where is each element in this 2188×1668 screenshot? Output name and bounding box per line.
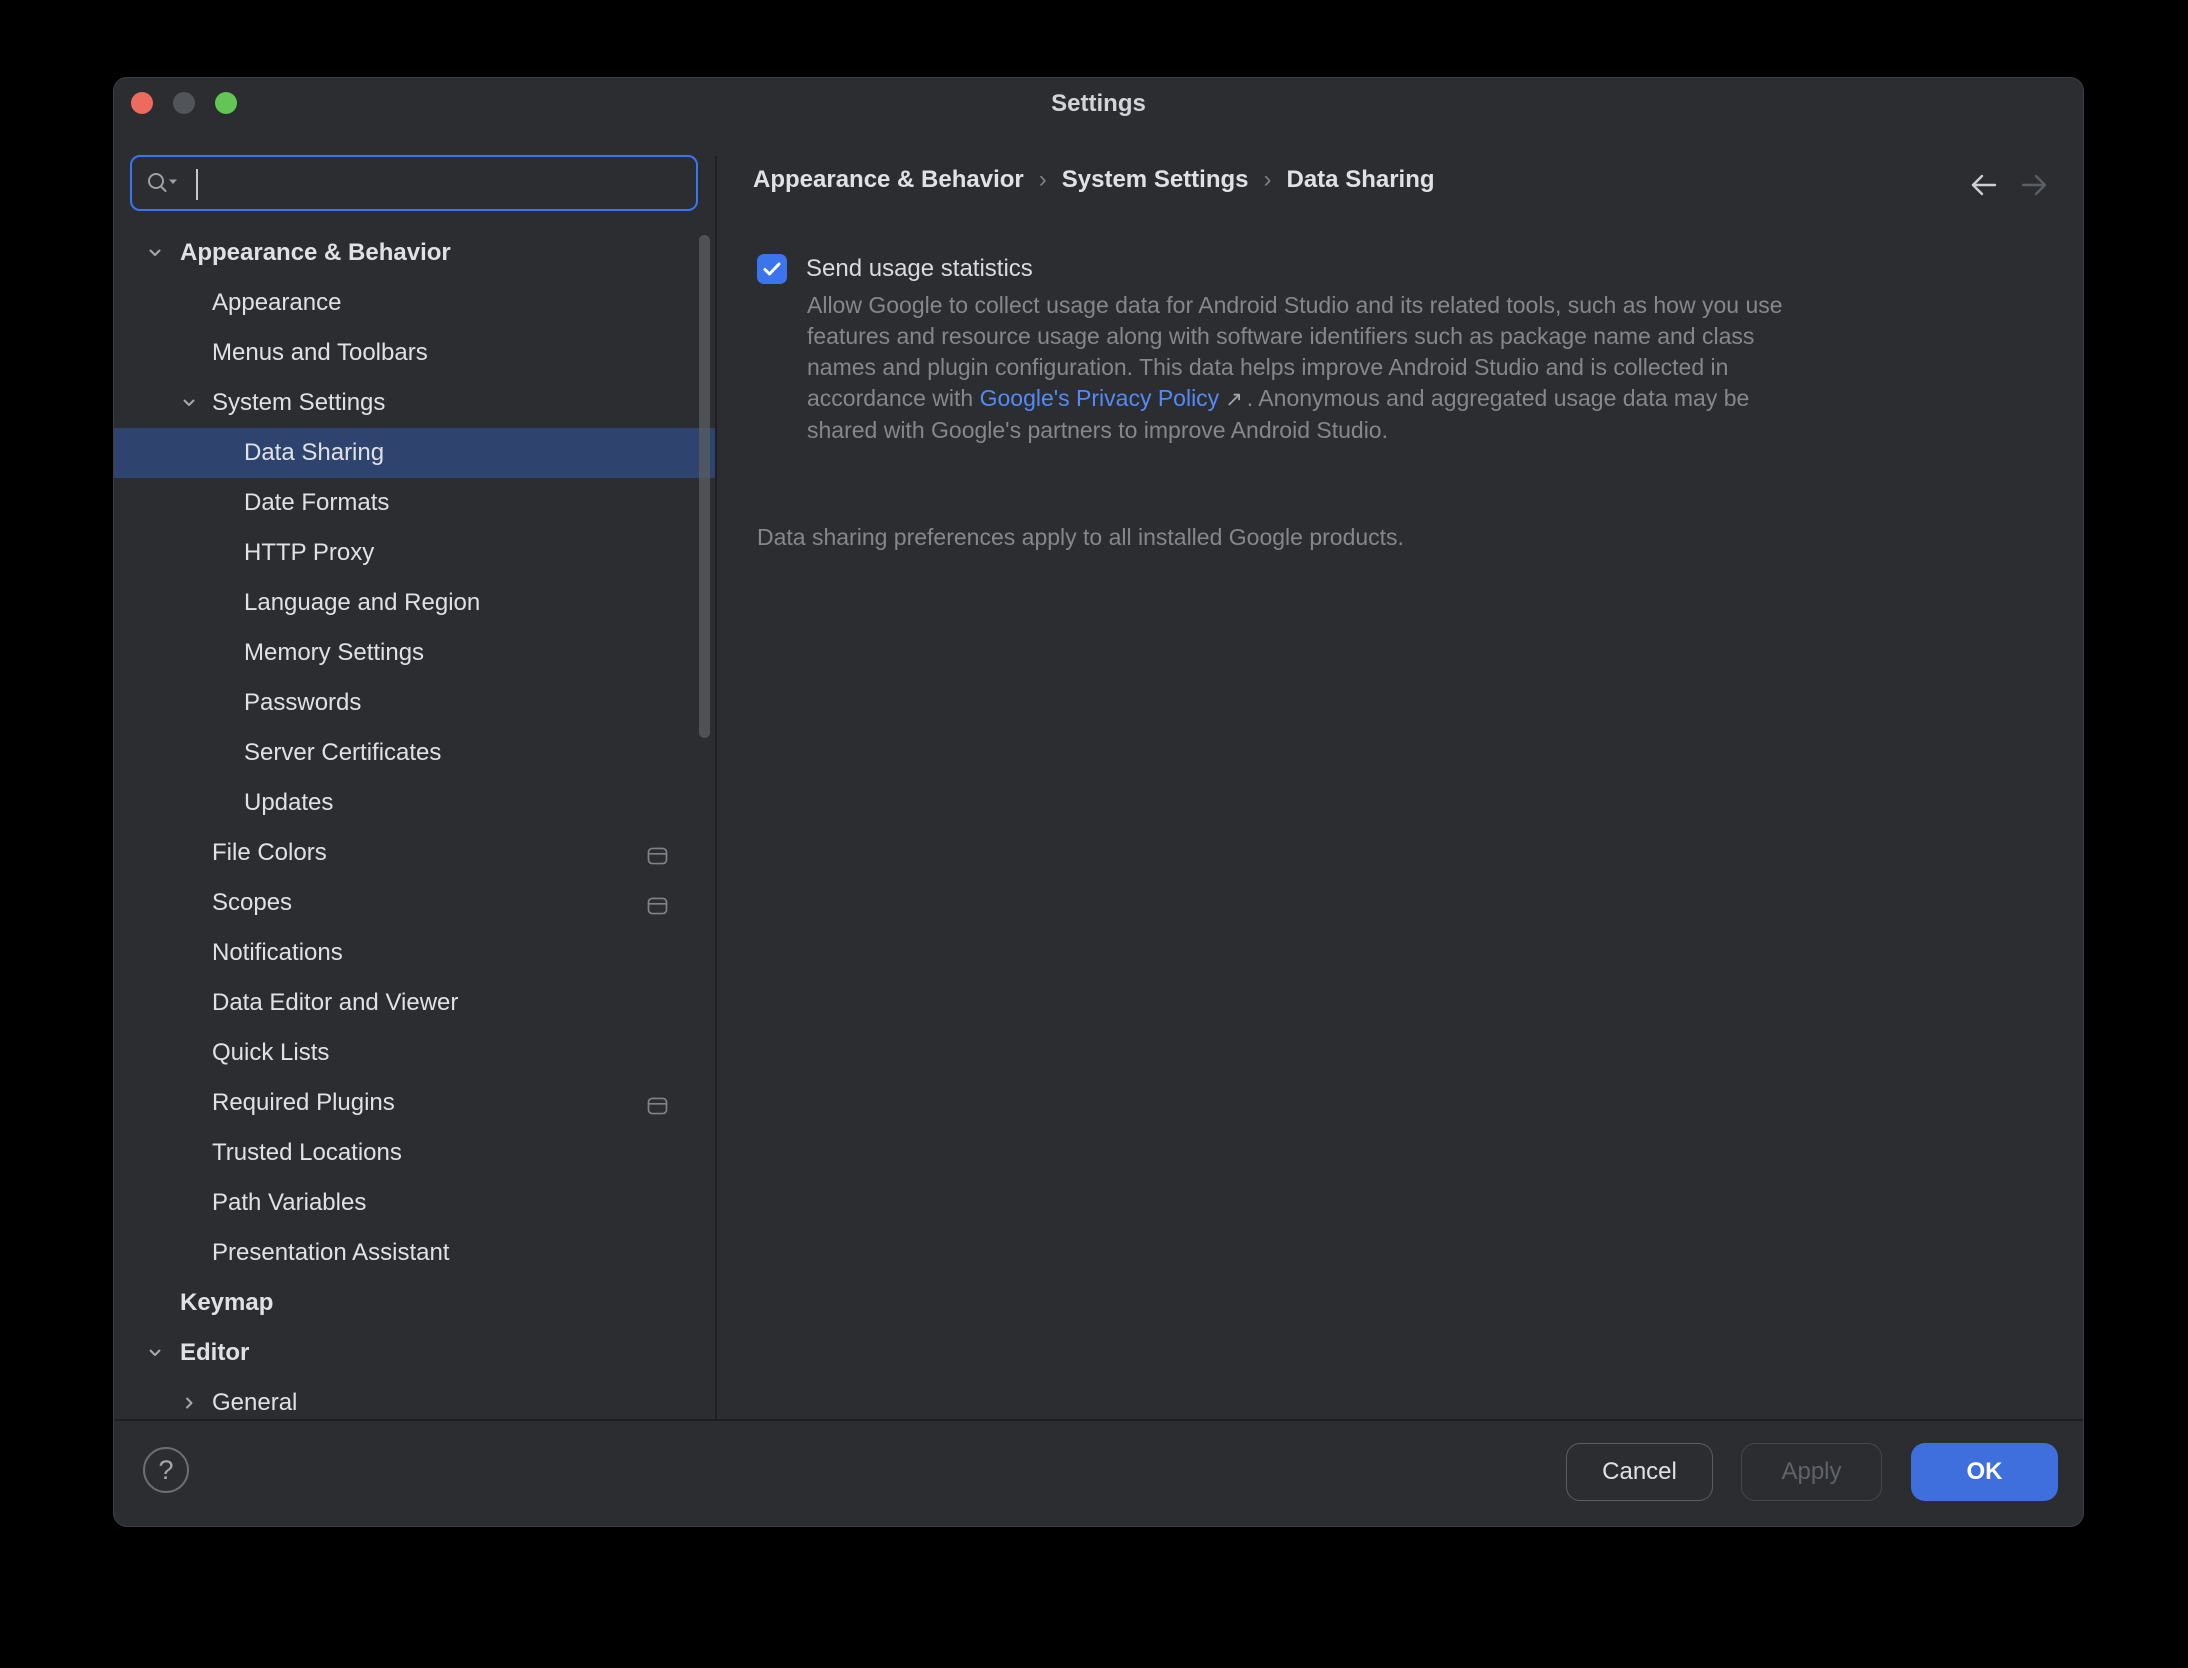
help-button[interactable]: ?: [143, 1447, 189, 1493]
sidebar-item-presentation-assistant[interactable]: Presentation Assistant: [114, 1228, 716, 1278]
sidebar-item-appearance[interactable]: Appearance: [114, 278, 716, 328]
sidebar-item-label: Required Plugins: [212, 1078, 395, 1128]
sidebar-item-label: Server Certificates: [244, 728, 441, 778]
sidebar-item-label: System Settings: [212, 378, 385, 428]
chevron-down-icon: [144, 1342, 166, 1364]
scrollbar-thumb[interactable]: [699, 235, 710, 738]
sidebar-item-label: Editor: [180, 1328, 249, 1378]
window-frame-icon: [647, 894, 668, 922]
sidebar-item-label: General: [212, 1378, 297, 1419]
sidebar-item-label: Notifications: [212, 928, 343, 978]
sidebar-item-label: Date Formats: [244, 478, 389, 528]
sidebar-item-path-variables[interactable]: Path Variables: [114, 1178, 716, 1228]
sidebar-item-label: Data Editor and Viewer: [212, 978, 458, 1028]
sidebar-item-label: Scopes: [212, 878, 292, 928]
sidebar-item-editor[interactable]: Editor: [114, 1328, 716, 1378]
sidebar-item-menus-and-toolbars[interactable]: Menus and Toolbars: [114, 328, 716, 378]
sidebar-item-label: Appearance: [212, 278, 341, 328]
chevron-right-icon: [178, 1392, 200, 1414]
privacy-policy-link[interactable]: Google's Privacy Policy: [980, 385, 1220, 411]
sidebar-item-label: Presentation Assistant: [212, 1228, 449, 1278]
breadcrumb-item-data-sharing[interactable]: Data Sharing: [1287, 166, 1435, 194]
usage-statistics-description: Allow Google to collect usage data for A…: [807, 290, 1797, 446]
sidebar-item-quick-lists[interactable]: Quick Lists: [114, 1028, 716, 1078]
data-sharing-note: Data sharing preferences apply to all in…: [757, 524, 1404, 551]
chevron-down-icon: [178, 392, 200, 414]
sidebar-item-label: Data Sharing: [244, 428, 384, 478]
sidebar-item-label: Keymap: [180, 1278, 273, 1328]
sidebar-item-label: File Colors: [212, 828, 327, 878]
sidebar-item-label: Appearance & Behavior: [180, 228, 451, 278]
sidebar-item-system-settings[interactable]: System Settings: [114, 378, 716, 428]
sidebar-item-server-certificates[interactable]: Server Certificates: [114, 728, 716, 778]
sidebar-item-label: Memory Settings: [244, 628, 424, 678]
breadcrumb-separator: ›: [1264, 166, 1272, 194]
search-icon[interactable]: [145, 171, 181, 195]
settings-window: Settings Appearance & BehaviorAppearance…: [113, 77, 2084, 1527]
search-input[interactable]: [130, 155, 698, 211]
text-caret: [196, 169, 198, 200]
sidebar-item-label: HTTP Proxy: [244, 528, 374, 578]
sidebar-item-label: Updates: [244, 778, 333, 828]
breadcrumb: Appearance & Behavior › System Settings › Da…: [753, 166, 1435, 194]
sidebar-item-appearance-behavior[interactable]: Appearance & Behavior: [114, 228, 716, 278]
sidebar: Appearance & BehaviorAppearanceMenus and…: [114, 78, 716, 1419]
back-button[interactable]: [1967, 168, 2001, 202]
forward-button[interactable]: [2017, 168, 2051, 202]
cancel-button[interactable]: Cancel: [1566, 1443, 1713, 1501]
sidebar-item-keymap[interactable]: Keymap: [114, 1278, 716, 1328]
ok-button[interactable]: OK: [1911, 1443, 2058, 1501]
checkmark-icon: [760, 257, 784, 281]
sidebar-item-required-plugins[interactable]: Required Plugins: [114, 1078, 716, 1128]
sidebar-item-label: Language and Region: [244, 578, 480, 628]
sidebar-item-label: Quick Lists: [212, 1028, 329, 1078]
send-usage-statistics-checkbox[interactable]: [757, 254, 787, 284]
sidebar-item-passwords[interactable]: Passwords: [114, 678, 716, 728]
usage-statistics-row: Send usage statistics: [757, 254, 1033, 284]
send-usage-statistics-label[interactable]: Send usage statistics: [806, 255, 1033, 283]
sidebar-item-http-proxy[interactable]: HTTP Proxy: [114, 528, 716, 578]
breadcrumb-item-appearance-behavior[interactable]: Appearance & Behavior: [753, 166, 1024, 194]
sidebar-item-label: Menus and Toolbars: [212, 328, 428, 378]
sidebar-item-trusted-locations[interactable]: Trusted Locations: [114, 1128, 716, 1178]
apply-button[interactable]: Apply: [1741, 1443, 1882, 1501]
sidebar-item-memory-settings[interactable]: Memory Settings: [114, 628, 716, 678]
sidebar-item-label: Trusted Locations: [212, 1128, 402, 1178]
sidebar-item-file-colors[interactable]: File Colors: [114, 828, 716, 878]
window-frame-icon: [647, 1094, 668, 1122]
chevron-down-icon: [144, 242, 166, 264]
breadcrumb-separator: ›: [1039, 166, 1047, 194]
sidebar-divider: [715, 156, 717, 1419]
window-frame-icon: [647, 844, 668, 872]
sidebar-item-notifications[interactable]: Notifications: [114, 928, 716, 978]
settings-tree: Appearance & BehaviorAppearanceMenus and…: [114, 228, 716, 1419]
sidebar-item-updates[interactable]: Updates: [114, 778, 716, 828]
footer-divider: [114, 1419, 2083, 1421]
desktop-background: Settings Appearance & BehaviorAppearance…: [0, 0, 2188, 1668]
sidebar-item-date-formats[interactable]: Date Formats: [114, 478, 716, 528]
sidebar-item-scopes[interactable]: Scopes: [114, 878, 716, 928]
sidebar-item-label: Path Variables: [212, 1178, 366, 1228]
external-link-icon: ↗: [1225, 388, 1243, 411]
breadcrumb-item-system-settings[interactable]: System Settings: [1062, 166, 1249, 194]
sidebar-item-general[interactable]: General: [114, 1378, 716, 1419]
sidebar-item-label: Passwords: [244, 678, 361, 728]
sidebar-item-data-editor-and-viewer[interactable]: Data Editor and Viewer: [114, 978, 716, 1028]
sidebar-item-language-and-region[interactable]: Language and Region: [114, 578, 716, 628]
sidebar-item-data-sharing[interactable]: Data Sharing: [114, 428, 716, 478]
